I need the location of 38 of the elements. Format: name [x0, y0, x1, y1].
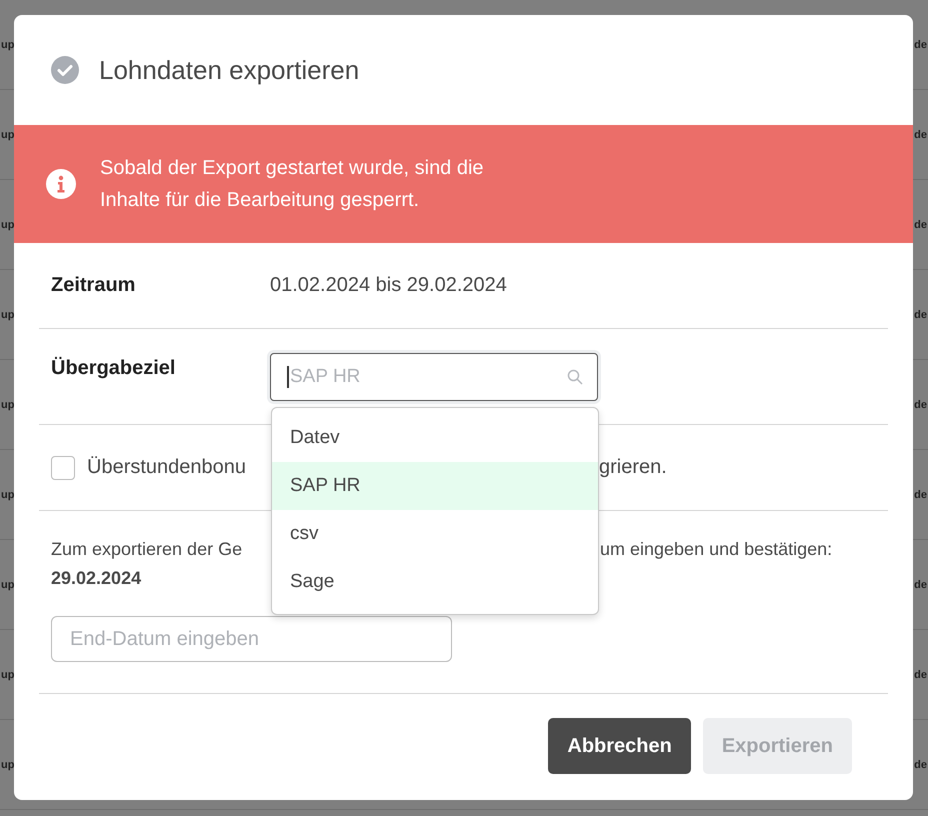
- check-circle-icon: [51, 56, 79, 84]
- table-cell: de: [914, 38, 927, 50]
- table-cell: de: [914, 128, 927, 140]
- date-input-field[interactable]: End-Datum eingeben: [51, 616, 452, 662]
- info-icon: [46, 169, 76, 199]
- instruction-text: um eingeben und bestätigen:: [600, 539, 832, 560]
- table-cell: de: [914, 398, 927, 410]
- table-cell: up: [1, 308, 14, 320]
- table-cell: de: [914, 218, 927, 230]
- dropdown-option[interactable]: Sage: [272, 558, 598, 606]
- field-label: Zeitraum: [51, 274, 136, 297]
- table-cell: de: [914, 758, 927, 770]
- table-cell: de: [914, 578, 927, 590]
- table-cell: up: [1, 578, 14, 590]
- dropdown-option[interactable]: SAP HR: [272, 462, 598, 510]
- search-icon: [567, 369, 583, 385]
- checkbox-label: grieren.: [599, 456, 667, 479]
- warning-text: Sobald der Export gestartet wurde, sind die Inhalte für die Bearbeitung gesperrt.: [100, 156, 484, 213]
- dropdown-option[interactable]: csv: [272, 510, 598, 558]
- table-cell: de: [914, 668, 927, 680]
- instruction-text: Zum exportieren der Ge: [51, 539, 244, 560]
- table-cell: up: [1, 38, 14, 50]
- period-value: 01.02.2024 bis 29.02.2024: [270, 274, 507, 297]
- checkbox-label: Überstundenbonu: [87, 456, 248, 479]
- table-cell: up: [1, 668, 14, 680]
- table-cell: up: [1, 488, 14, 500]
- cancel-button[interactable]: Abbrechen: [548, 718, 691, 774]
- table-cell: up: [1, 218, 14, 230]
- end-date-text: 29.02.2024: [51, 568, 142, 589]
- table-cell: up: [1, 758, 14, 770]
- table-cell: de: [914, 308, 927, 320]
- table-cell: up: [1, 398, 14, 410]
- table-cell: up: [1, 128, 14, 140]
- dropdown-option[interactable]: Datev: [272, 414, 598, 462]
- checkbox[interactable]: [51, 456, 75, 480]
- table-cell: de: [914, 488, 927, 500]
- field-label: Übergabeziel: [51, 357, 176, 380]
- dialog-title: Lohndaten exportieren: [99, 54, 360, 86]
